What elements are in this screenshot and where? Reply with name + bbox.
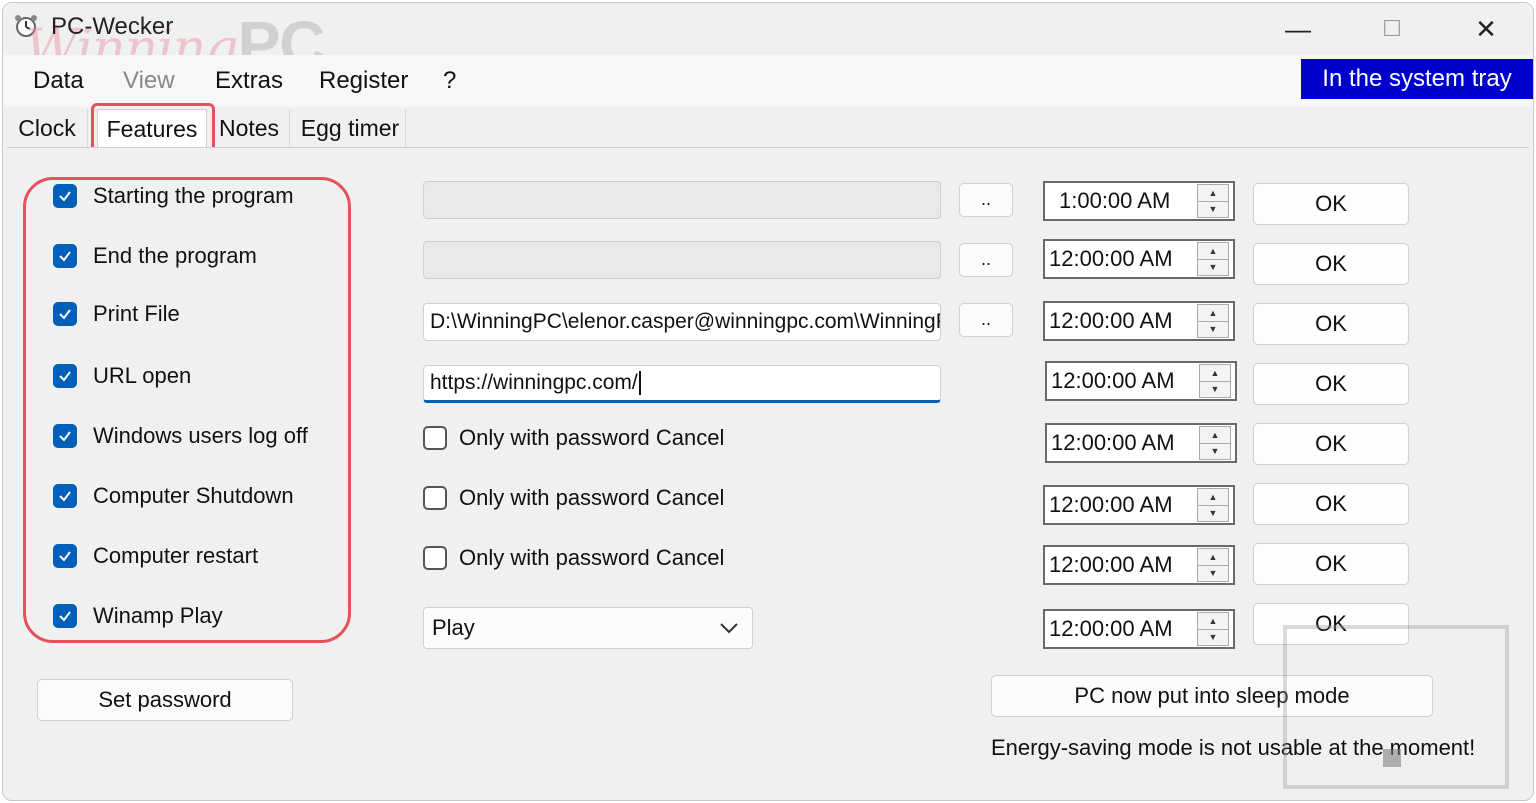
spinner-arrows-icon[interactable]: ▲ ▼: [1197, 184, 1229, 218]
time-value[interactable]: 12:00:00 AM: [1047, 368, 1199, 394]
feature-label: Computer restart: [93, 543, 259, 568]
menu-register[interactable]: Register: [319, 67, 408, 95]
password-option-label: Only with password Cancel: [459, 545, 725, 570]
spinner-arrows-icon[interactable]: ▲ ▼: [1197, 242, 1229, 276]
checkbox-unchecked-icon[interactable]: [423, 546, 447, 570]
time-value[interactable]: 12:00:00 AM: [1045, 246, 1197, 272]
password-option-logoff[interactable]: Only with password Cancel: [423, 423, 724, 453]
menu-data[interactable]: Data: [33, 67, 84, 95]
time-value[interactable]: 12:00:00 AM: [1045, 552, 1197, 578]
ok-button-start[interactable]: OK: [1253, 183, 1409, 225]
ok-button-end[interactable]: OK: [1253, 243, 1409, 285]
feature-label: Print File: [93, 301, 180, 326]
minimize-button[interactable]: —: [1275, 9, 1321, 49]
time-spinner-winamp[interactable]: 12:00:00 AM ▲ ▼: [1043, 609, 1235, 649]
checkbox-checked-icon[interactable]: [53, 244, 77, 268]
app-window: WinningPC PC-Wecker — ☐ ✕ Data View Extr…: [2, 2, 1534, 801]
tab-clock[interactable]: Clock: [7, 109, 88, 147]
tab-egg-timer[interactable]: Egg timer: [295, 109, 406, 147]
feature-label: Starting the program: [93, 183, 294, 208]
text-cursor: [638, 371, 641, 395]
feature-end-program[interactable]: End the program: [53, 241, 257, 271]
feature-shutdown[interactable]: Computer Shutdown: [53, 481, 294, 511]
ok-button-restart[interactable]: OK: [1253, 543, 1409, 585]
time-value[interactable]: 12:00:00 AM: [1047, 430, 1199, 456]
url-text: https://winningpc.com/: [430, 371, 638, 394]
time-value[interactable]: 12:00:00 AM: [1045, 492, 1197, 518]
start-program-path-field[interactable]: [423, 181, 941, 219]
spinner-arrows-icon[interactable]: ▲ ▼: [1197, 304, 1229, 338]
title-bar: WinningPC PC-Wecker — ☐ ✕: [3, 3, 1533, 80]
tab-features[interactable]: Features: [97, 109, 207, 148]
chevron-down-icon: [720, 623, 738, 634]
ok-button-winamp[interactable]: OK: [1253, 603, 1409, 645]
checkbox-checked-icon[interactable]: [53, 604, 77, 628]
spinner-arrows-icon[interactable]: ▲ ▼: [1199, 426, 1231, 460]
url-field[interactable]: https://winningpc.com/: [423, 365, 941, 403]
browse-print-file-button[interactable]: ..: [959, 303, 1013, 337]
checkbox-checked-icon[interactable]: [53, 302, 77, 326]
feature-label: URL open: [93, 363, 192, 388]
maximize-button[interactable]: ☐: [1369, 9, 1415, 49]
time-spinner-end[interactable]: 12:00:00 AM ▲ ▼: [1043, 239, 1235, 279]
feature-start-program[interactable]: Starting the program: [53, 181, 294, 211]
spinner-arrows-icon[interactable]: ▲ ▼: [1197, 612, 1229, 646]
winamp-action-value: Play: [432, 615, 475, 640]
energy-status-text: Energy-saving mode is not usable at the …: [991, 735, 1476, 760]
checkbox-checked-icon[interactable]: [53, 484, 77, 508]
sleep-mode-button[interactable]: PC now put into sleep mode: [991, 675, 1433, 717]
checkbox-checked-icon[interactable]: [53, 364, 77, 388]
ok-button-shutdown[interactable]: OK: [1253, 483, 1409, 525]
feature-restart[interactable]: Computer restart: [53, 541, 258, 571]
winamp-action-select[interactable]: Play: [423, 607, 753, 649]
print-file-path-field[interactable]: D:\WinningPC\elenor.casper@winningpc.com…: [423, 303, 941, 341]
checkbox-unchecked-icon[interactable]: [423, 426, 447, 450]
feature-label: Winamp Play: [93, 603, 223, 628]
feature-label: Computer Shutdown: [93, 483, 294, 508]
feature-log-off[interactable]: Windows users log off: [53, 421, 308, 451]
end-program-path-field[interactable]: [423, 241, 941, 279]
checkbox-checked-icon[interactable]: [53, 424, 77, 448]
time-spinner-logoff[interactable]: 12:00:00 AM ▲ ▼: [1045, 423, 1237, 463]
feature-winamp-play[interactable]: Winamp Play: [53, 601, 223, 631]
feature-label: Windows users log off: [93, 423, 308, 448]
feature-print-file[interactable]: Print File: [53, 299, 180, 329]
alarm-clock-icon: [15, 15, 37, 37]
time-spinner-url[interactable]: 12:00:00 AM ▲ ▼: [1045, 361, 1237, 401]
ok-button-logoff[interactable]: OK: [1253, 423, 1409, 465]
password-option-shutdown[interactable]: Only with password Cancel: [423, 483, 724, 513]
spinner-arrows-icon[interactable]: ▲ ▼: [1199, 364, 1231, 398]
time-value[interactable]: 12:00:00 AM: [1045, 616, 1197, 642]
checkbox-checked-icon[interactable]: [53, 184, 77, 208]
close-button[interactable]: ✕: [1463, 9, 1509, 49]
menu-extras[interactable]: Extras: [215, 67, 283, 95]
time-spinner-start[interactable]: 1:00:00 AM ▲ ▼: [1043, 181, 1235, 221]
time-spinner-shutdown[interactable]: 12:00:00 AM ▲ ▼: [1043, 485, 1235, 525]
time-spinner-restart[interactable]: 12:00:00 AM ▲ ▼: [1043, 545, 1235, 585]
spinner-arrows-icon[interactable]: ▲ ▼: [1197, 548, 1229, 582]
ok-button-print[interactable]: OK: [1253, 303, 1409, 345]
menu-help[interactable]: ?: [443, 67, 456, 95]
time-value[interactable]: 1:00:00 AM: [1045, 188, 1197, 214]
time-spinner-print[interactable]: 12:00:00 AM ▲ ▼: [1043, 301, 1235, 341]
ok-button-url[interactable]: OK: [1253, 363, 1409, 405]
menu-view[interactable]: View: [123, 67, 175, 95]
checkbox-checked-icon[interactable]: [53, 544, 77, 568]
window-title: PC-Wecker: [51, 13, 174, 40]
tab-notes[interactable]: Notes: [209, 109, 290, 147]
set-password-button[interactable]: Set password: [37, 679, 293, 721]
password-option-restart[interactable]: Only with password Cancel: [423, 543, 724, 573]
system-tray-button[interactable]: In the system tray: [1301, 59, 1533, 99]
browse-end-program-button[interactable]: ..: [959, 243, 1013, 277]
password-option-label: Only with password Cancel: [459, 485, 725, 510]
spinner-arrows-icon[interactable]: ▲ ▼: [1197, 488, 1229, 522]
checkbox-unchecked-icon[interactable]: [423, 486, 447, 510]
password-option-label: Only with password Cancel: [459, 425, 725, 450]
browse-start-program-button[interactable]: ..: [959, 183, 1013, 217]
feature-label: End the program: [93, 243, 257, 268]
time-value[interactable]: 12:00:00 AM: [1045, 308, 1197, 334]
feature-url-open[interactable]: URL open: [53, 361, 191, 391]
